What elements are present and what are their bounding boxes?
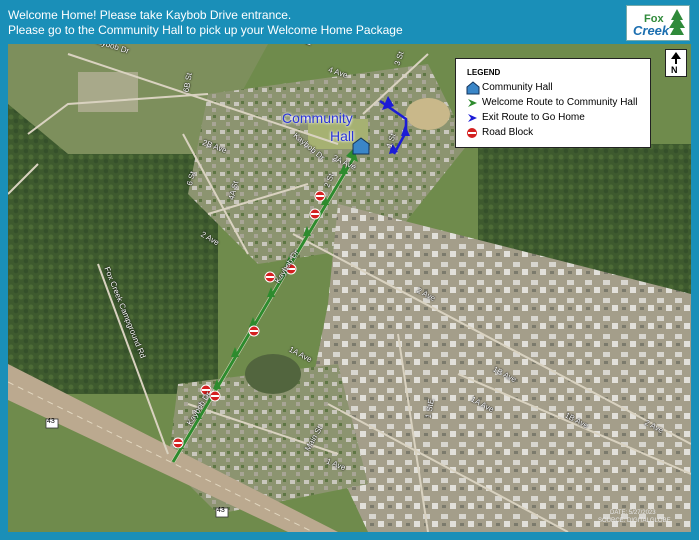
credit-source: SOURCE: DIGITALGLOBE: [598, 518, 671, 524]
pond: [245, 354, 301, 394]
legend-title: LEGEND: [467, 68, 501, 77]
legend-label: Exit Route to Go Home: [482, 112, 585, 123]
highway-43-label-2: 43: [217, 507, 225, 514]
community-hall-label-line2: Hall: [330, 128, 355, 144]
road-block-icon: [172, 437, 184, 449]
north-letter: N: [671, 65, 678, 75]
header-banner: Welcome Home! Please take Kaybob Drive e…: [0, 0, 699, 44]
ball-diamond: [406, 98, 450, 130]
gravel-lot: [78, 72, 138, 112]
legend-label: Community Hall: [482, 82, 553, 93]
pine-tree-icon: Fox Creek: [633, 9, 685, 38]
fox-creek-logo: Fox Creek: [626, 5, 690, 41]
north-arrow: N: [665, 49, 687, 77]
road-block-icon: [248, 325, 260, 337]
community-hall-label: Community: [282, 110, 353, 126]
map-legend: LEGEND Community Hall Welcome Route to C…: [455, 58, 651, 148]
header-line-2: Please go to the Community Hall to pick …: [8, 23, 403, 37]
header-line-1: Welcome Home! Please take Kaybob Drive e…: [8, 8, 292, 22]
north-arrow-icon: N: [671, 52, 681, 75]
legend-label: Road Block: [482, 127, 534, 138]
road-block-icon: [309, 208, 321, 220]
blue-route-arrow-icon: [468, 114, 477, 122]
green-route-arrow-icon: [468, 99, 477, 107]
map-frame: Welcome Home! Please take Kaybob Drive e…: [0, 0, 699, 540]
road-block-icon: [314, 190, 326, 202]
legend-label: Welcome Route to Community Hall: [482, 97, 638, 108]
credit-date: DATE: 5/27/2023: [610, 510, 656, 516]
community-hall-icon: [466, 81, 480, 95]
logo-creek-text: Creek: [633, 23, 670, 38]
highway-43-label: 43: [47, 418, 55, 425]
road-block-icon: [467, 128, 477, 138]
